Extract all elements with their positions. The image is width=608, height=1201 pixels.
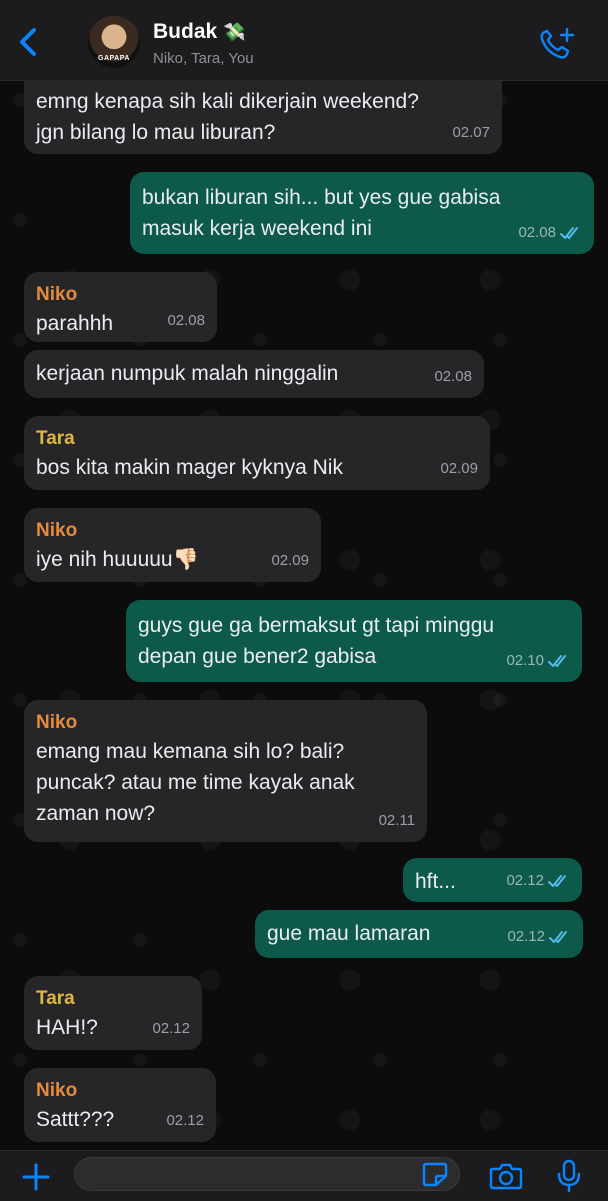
message-time: 02.07 — [452, 124, 490, 141]
message-time: 02.12 — [507, 928, 545, 945]
message-meta: 02.09 — [440, 453, 478, 484]
message-text-line: masuk kerja weekend ini — [142, 217, 372, 240]
chat-title[interactable]: Budak 💸 — [153, 20, 246, 44]
add-call-icon[interactable] — [536, 26, 576, 62]
incoming-message-bubble[interactable]: Niko iye nih huuuuu👎🏻 02.09 — [24, 508, 321, 582]
message-text-line: guys gue ga bermaksut gt tapi minggu — [138, 614, 495, 637]
message-meta: 02.12 — [506, 865, 570, 896]
message-time: 02.08 — [434, 368, 472, 385]
incoming-message-bubble[interactable]: kerjaan numpuk malah ninggalin 02.08 — [24, 350, 484, 398]
message-meta: 02.11 — [379, 805, 415, 836]
message-input[interactable] — [74, 1157, 460, 1191]
message-meta: 02.07 — [452, 117, 490, 148]
read-receipt-icon — [548, 874, 566, 887]
message-time: 02.08 — [167, 312, 205, 329]
message-text-line: depan gue bener2 gabisa — [138, 645, 377, 668]
chat-participants[interactable]: Niko, Tara, You — [153, 50, 254, 67]
message-meta: 02.12 — [507, 921, 571, 952]
chat-header: GAPAPA Budak 💸 Niko, Tara, You — [0, 0, 608, 81]
message-text-line: jgn bilang lo mau liburan? — [36, 121, 276, 144]
outgoing-message-bubble[interactable]: bukan liburan sih... but yes gue gabisa m… — [130, 172, 594, 254]
message-meta: 02.09 — [271, 545, 309, 576]
message-text-line: bos kita makin mager kyknya Nik — [36, 456, 343, 479]
read-receipt-icon — [560, 226, 578, 239]
camera-icon[interactable] — [489, 1161, 523, 1191]
message-meta: 02.08 — [518, 217, 582, 248]
read-receipt-icon — [549, 930, 567, 943]
incoming-message-bubble[interactable]: Niko emang mau kemana sih lo? bali? puncak… — [24, 700, 427, 842]
message-time: 02.10 — [506, 652, 544, 669]
sender-name[interactable]: Niko — [36, 710, 415, 736]
incoming-message-bubble[interactable]: Niko parahhh 02.08 — [24, 272, 217, 342]
sender-name[interactable]: Tara — [36, 426, 478, 452]
message-text-line: zaman now? — [36, 802, 156, 825]
outgoing-message-bubble[interactable]: guys gue ga bermaksut gt tapi minggu depa… — [126, 600, 582, 682]
message-meta: 02.12 — [152, 1013, 190, 1044]
message-meta: 02.12 — [166, 1105, 204, 1136]
chat-title-text: Budak — [153, 20, 218, 43]
sender-name[interactable]: Niko — [36, 518, 309, 544]
microphone-icon[interactable] — [556, 1159, 582, 1193]
group-avatar[interactable]: GAPAPA — [88, 16, 140, 68]
outgoing-message-bubble[interactable]: gue mau lamaran 02.12 — [255, 910, 583, 958]
back-chevron-icon[interactable] — [14, 24, 44, 60]
message-meta: 02.08 — [434, 361, 472, 392]
message-time: 02.11 — [378, 812, 415, 829]
message-time: 02.09 — [271, 552, 309, 569]
money-emoji-icon: 💸 — [223, 22, 246, 42]
message-text-line: emang mau kemana sih lo? bali? — [36, 740, 345, 763]
message-text-line: puncak? atau me time kayak anak — [36, 771, 355, 794]
incoming-message-bubble[interactable]: emng kenapa sih kali dikerjain weekend? j… — [24, 80, 502, 154]
incoming-message-bubble[interactable]: Tara HAH!? 02.12 — [24, 976, 202, 1050]
message-time: 02.09 — [440, 460, 478, 477]
message-text-line: emng kenapa sih kali dikerjain weekend? — [36, 90, 419, 113]
message-text-line: bukan liburan sih... but yes gue gabisa — [142, 186, 501, 209]
composer-bar — [0, 1150, 608, 1201]
message-text-line: iye nih huuuuu👎🏻 — [36, 548, 199, 571]
incoming-message-bubble[interactable]: Niko Sattt??? 02.12 — [24, 1068, 216, 1142]
message-meta: 02.10 — [506, 645, 570, 676]
sender-name[interactable]: Tara — [36, 986, 190, 1012]
message-time: 02.08 — [518, 224, 556, 241]
message-meta: 02.08 — [167, 305, 205, 336]
sender-name[interactable]: Niko — [36, 1078, 204, 1104]
sticker-icon[interactable] — [421, 1161, 449, 1187]
message-text-line: kerjaan numpuk malah ninggalin — [36, 362, 339, 385]
plus-icon[interactable] — [20, 1161, 52, 1193]
avatar-caption: GAPAPA — [98, 55, 130, 62]
incoming-message-bubble[interactable]: Tara bos kita makin mager kyknya Nik 02.09 — [24, 416, 490, 490]
read-receipt-icon — [548, 654, 566, 667]
outgoing-message-bubble[interactable]: hft... 02.12 — [403, 858, 582, 902]
message-time: 02.12 — [166, 1112, 204, 1129]
message-time: 02.12 — [506, 872, 544, 889]
message-time: 02.12 — [152, 1020, 190, 1037]
